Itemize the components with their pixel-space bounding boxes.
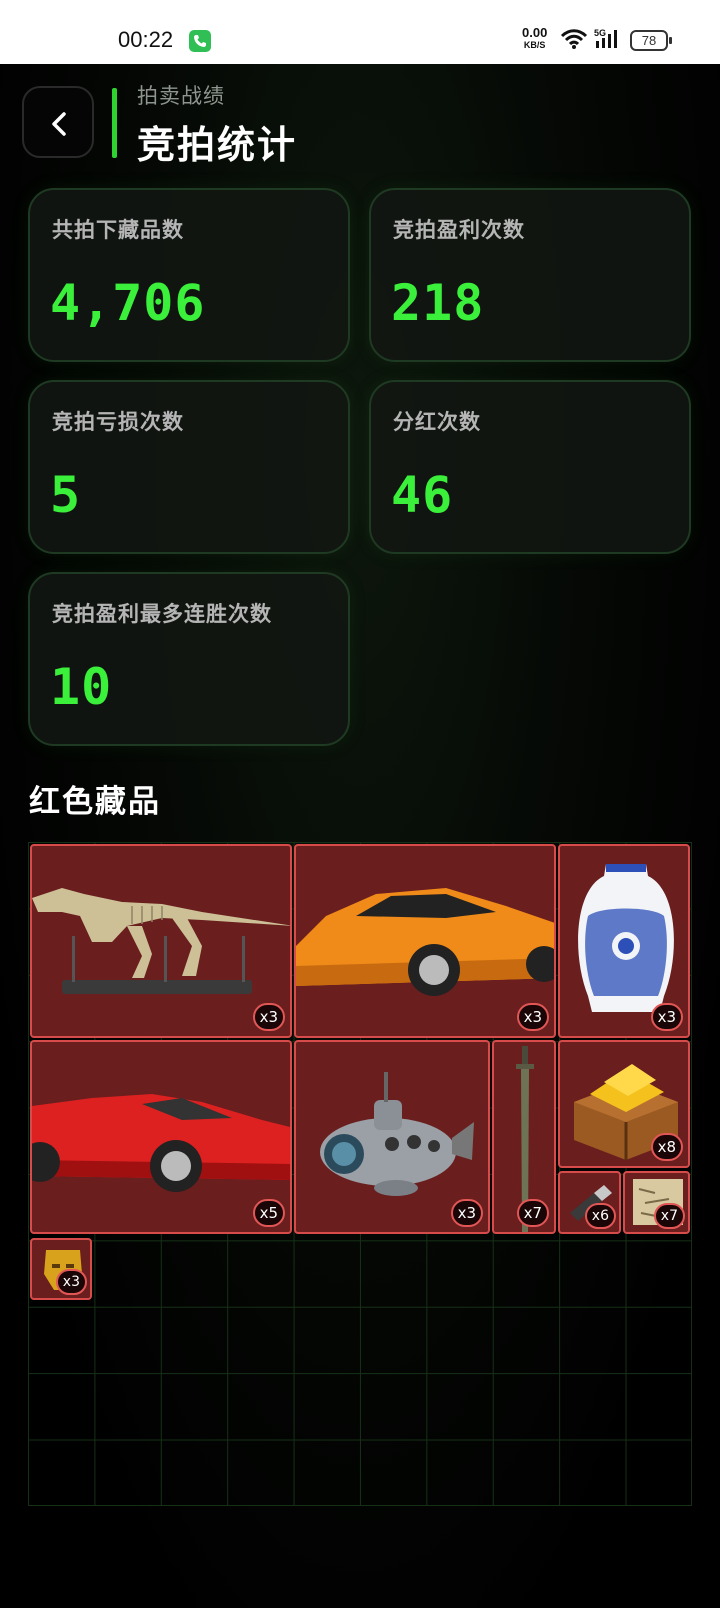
network-speed-value: 0.00 [522,25,548,40]
item-count-badge: x5 [252,1199,285,1227]
stat-value: 218 [391,274,485,332]
stat-label: 分红次数 [393,410,481,434]
status-bar: 00:22 0.00 KB/S 5G 78 [0,0,720,64]
item-red-ferrari[interactable]: x5 [30,1040,292,1234]
network-speed: 0.00 KB/S [522,25,548,51]
chevron-left-icon [52,112,66,136]
stat-card-dividend-count: 分红次数 46 [369,380,691,554]
battery-level: 78 [641,33,657,48]
stat-label: 竞拍盈利最多连胜次数 [52,602,272,626]
item-orange-supercar[interactable]: x3 [294,844,556,1038]
title-accent-bar [112,88,117,158]
wifi-icon [560,28,588,54]
item-count-badge: x3 [252,1003,285,1031]
stat-value: 10 [50,658,113,716]
red-sports-car-icon [32,1094,290,1192]
collection-grid: x3 x3 x3 x5 x3 x7 x8 x6 x7 x3 [28,842,692,1506]
stat-label: 共拍下藏品数 [52,218,184,242]
page-title: 竞拍统计 [137,123,298,167]
signal-label: 5G [594,28,606,38]
item-submarine[interactable]: x3 [294,1040,490,1234]
back-button[interactable] [22,86,94,158]
item-count-badge: x3 [450,1199,483,1227]
item-golden-mask[interactable]: x3 [30,1238,92,1300]
item-count-badge: x7 [653,1203,685,1229]
item-usb-drive[interactable]: x6 [558,1171,621,1234]
stat-value: 5 [50,466,82,524]
stat-card-profit-count: 竞拍盈利次数 218 [369,188,691,362]
item-count-badge: x3 [55,1269,87,1295]
item-count-badge: x6 [584,1203,616,1229]
item-porcelain-vase[interactable]: x3 [558,844,690,1038]
cellular-signal-icon: 5G [594,28,624,54]
item-count-badge: x7 [516,1199,549,1227]
stat-card-total-items: 共拍下藏品数 4,706 [28,188,350,362]
stat-label: 竞拍盈利次数 [393,218,525,242]
orange-supercar-icon [296,888,554,996]
section-title-red-collection: 红色藏品 [29,784,161,820]
item-ancient-sword[interactable]: x7 [492,1040,556,1234]
network-speed-unit: KB/S [523,40,546,50]
page-subtitle: 拍卖战绩 [137,84,225,108]
item-gold-bar-chest[interactable]: x8 [558,1040,690,1168]
dinosaur-skeleton-icon [32,888,290,994]
stat-value: 4,706 [50,274,206,332]
item-dinosaur-skeleton[interactable]: x3 [30,844,292,1038]
battery-icon: 78 [630,30,672,51]
stat-card-loss-count: 竞拍亏损次数 5 [28,380,350,554]
item-count-badge: x3 [516,1003,549,1031]
auction-stats-screen: 拍卖战绩 竞拍统计 共拍下藏品数 4,706 竞拍盈利次数 218 竞拍亏损次数… [0,64,720,1608]
stat-label: 竞拍亏损次数 [52,410,184,434]
phone-call-icon [189,30,211,52]
stat-card-win-streak: 竞拍盈利最多连胜次数 10 [28,572,350,746]
item-treasure-map[interactable]: x7 [623,1171,690,1234]
status-time: 00:22 [118,27,174,52]
stat-value: 46 [391,466,454,524]
item-count-badge: x8 [650,1133,683,1161]
item-count-badge: x3 [650,1003,683,1031]
